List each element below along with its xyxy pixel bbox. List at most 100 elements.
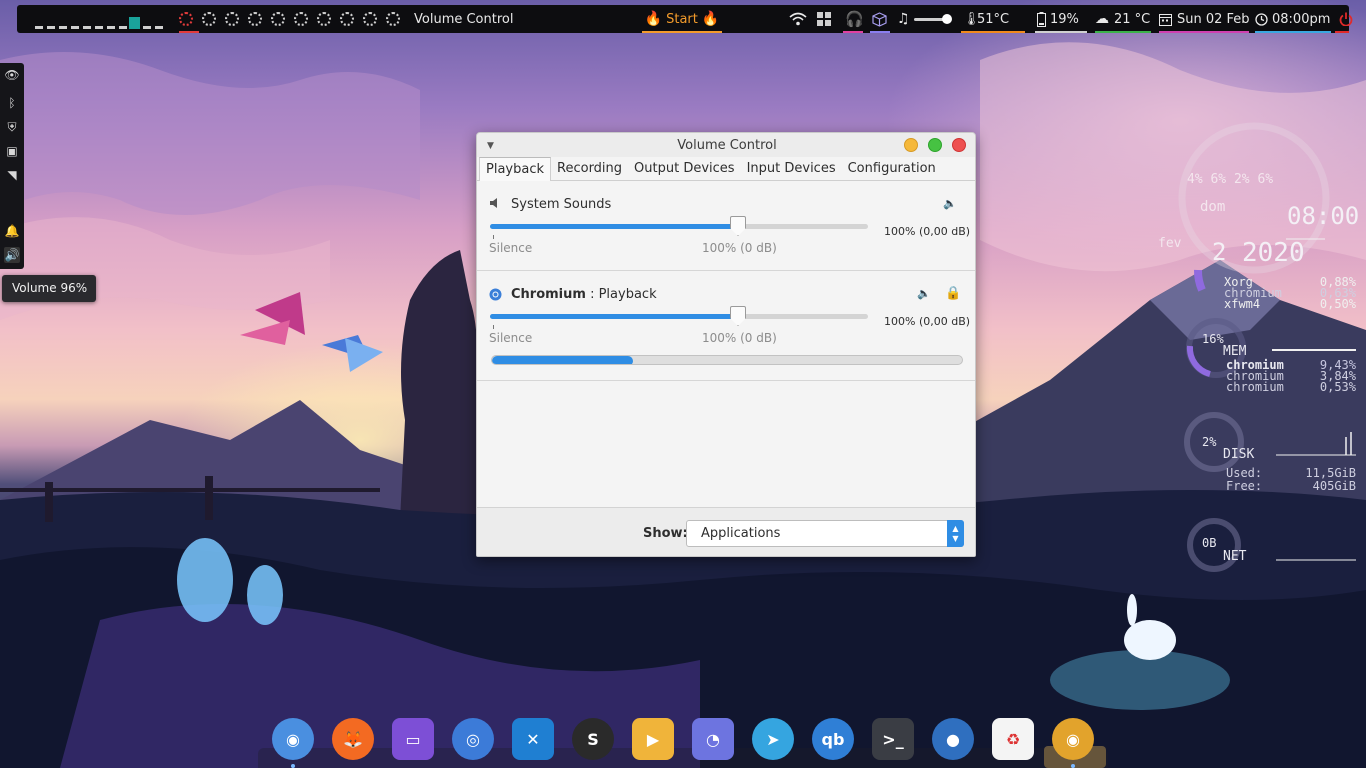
dock-vscode[interactable]: ✕	[512, 718, 554, 760]
workspace-2[interactable]	[202, 12, 216, 26]
terminal-icon: >_	[882, 729, 904, 749]
stream-system-sounds: System Sounds 🔈 100% (0,00 dB) Silence 1…	[477, 181, 975, 271]
qbittorrent-icon: qb	[821, 729, 845, 749]
dock: ◉ 🦊 ▭ ◎ ✕ S ▶ ◔ ➤ qb >_ ● ♻ ◉	[258, 710, 1108, 768]
battery-underline	[1035, 31, 1087, 33]
video-player-icon: ▶	[646, 729, 660, 749]
date-label[interactable]: Sun 02 Feb	[1177, 5, 1250, 33]
package-underline	[870, 31, 890, 33]
power-underline	[1335, 31, 1349, 33]
cpu-graph	[29, 5, 171, 33]
start-label: Start	[666, 11, 698, 27]
start-button[interactable]: 🔥 Start 🔥	[642, 5, 722, 33]
vscode-icon: ✕	[526, 729, 540, 749]
bluetooth-icon[interactable]: ᛒ	[4, 95, 20, 111]
volume-slider[interactable]	[914, 5, 952, 33]
dock-qbittorrent[interactable]: qb	[812, 718, 854, 760]
cpu-proc-name-3: xfwm4	[1224, 297, 1261, 311]
show-label: Show:	[643, 526, 688, 541]
conky-time: 08:00	[1287, 202, 1360, 230]
dock-volume-app[interactable]: ◉	[1052, 718, 1094, 768]
music-icon[interactable]: ♫	[897, 5, 910, 33]
image-icon[interactable]: ▣	[4, 143, 20, 159]
slider-fill	[490, 224, 738, 229]
net-value: 0B	[1202, 536, 1217, 550]
slider-tick	[493, 235, 494, 239]
bell-icon[interactable]: 🔔	[4, 223, 20, 239]
mem-proc-value-3: 0,53%	[1319, 380, 1356, 394]
window-titlebar[interactable]: ▼ Volume Control	[477, 133, 975, 157]
stream-name: Chromium : Playback	[511, 287, 657, 302]
mute-icon[interactable]: 🔈	[917, 287, 931, 300]
maximize-button[interactable]	[928, 138, 942, 152]
volume-icon[interactable]: 🔊	[4, 247, 20, 263]
volume-slider[interactable]	[490, 306, 868, 326]
clock-icon	[1255, 5, 1268, 33]
conky-widget: 4% 6% 2% 6% dom 08:00 fev 2 2020 Xorg 0,…	[1150, 120, 1366, 580]
windows-icon[interactable]	[817, 5, 831, 33]
workspace-7[interactable]	[317, 12, 331, 26]
workspace-9[interactable]	[363, 12, 377, 26]
volume-slider[interactable]	[490, 216, 868, 236]
silence-label: Silence	[489, 241, 533, 255]
slider-handle[interactable]	[730, 216, 746, 236]
cpu-cores-text: 4% 6% 2% 6%	[1187, 172, 1274, 187]
dock-chromium[interactable]: ◉	[272, 718, 314, 768]
dock-discord[interactable]: ◔	[692, 718, 734, 760]
stream-app-detail: : Playback	[585, 287, 657, 302]
dock-telegram[interactable]: ➤	[752, 718, 794, 760]
dock-toggle-settings[interactable]: ●	[932, 718, 974, 760]
dock-simplenote[interactable]: S	[572, 718, 614, 760]
close-button[interactable]	[952, 138, 966, 152]
dock-firefox[interactable]: 🦊	[332, 718, 374, 760]
running-indicator	[1071, 764, 1075, 768]
flame-icon: 🔥	[644, 11, 663, 27]
tab-recording[interactable]: Recording	[551, 157, 628, 181]
running-indicator	[291, 764, 295, 768]
dock-files[interactable]: ▭	[392, 718, 434, 760]
dock-terminal[interactable]: >_	[872, 718, 914, 760]
show-dropdown[interactable]: Applications ▲ ▼	[686, 520, 964, 547]
tab-playback[interactable]: Playback	[479, 157, 552, 181]
active-window-title[interactable]: Volume Control	[414, 5, 513, 33]
dock-trash[interactable]: ♻	[992, 718, 1034, 760]
tab-output-devices[interactable]: Output Devices	[628, 157, 741, 181]
package-icon[interactable]	[872, 5, 887, 33]
time-label[interactable]: 08:00pm	[1272, 5, 1330, 33]
chromium-icon: ◉	[286, 729, 300, 749]
minimize-button[interactable]	[904, 138, 918, 152]
workspace-5[interactable]	[271, 12, 285, 26]
power-icon[interactable]	[1339, 5, 1353, 33]
show-dropdown-value: Applications	[701, 526, 781, 541]
tab-configuration[interactable]: Configuration	[842, 157, 942, 181]
battery-icon	[1037, 5, 1046, 33]
workspace-4[interactable]	[248, 12, 262, 26]
lock-icon[interactable]: 🔒	[945, 286, 961, 301]
mute-icon[interactable]: 🔈	[943, 197, 957, 210]
disk-percent: 2%	[1202, 435, 1217, 449]
year: 2020	[1242, 238, 1305, 268]
workspace-10[interactable]	[386, 12, 400, 26]
cpu-proc-value-3: 0,50%	[1319, 297, 1356, 311]
workspace-switcher[interactable]	[179, 5, 409, 33]
silence-label: Silence	[489, 331, 533, 345]
eye-slash-icon[interactable]: 👁	[4, 67, 20, 83]
updown-arrows-icon[interactable]: ▲ ▼	[947, 520, 964, 547]
calendar-icon	[1159, 5, 1172, 33]
workspace-6[interactable]	[294, 12, 308, 26]
dock-video-player[interactable]: ▶	[632, 718, 674, 760]
wifi-icon[interactable]: ◥	[4, 167, 20, 183]
dock-browser-compass[interactable]: ◎	[452, 718, 494, 760]
wifi-icon[interactable]	[789, 5, 807, 33]
tab-input-devices[interactable]: Input Devices	[741, 157, 842, 181]
headphones-icon[interactable]: 🎧	[845, 5, 864, 33]
workspace-3[interactable]	[225, 12, 239, 26]
shield-icon[interactable]: ⛨	[4, 119, 20, 135]
workspace-8[interactable]	[340, 12, 354, 26]
trash-icon: ♻	[1005, 729, 1021, 749]
toggle-settings-icon: ●	[946, 729, 960, 749]
slider-handle[interactable]	[730, 306, 746, 326]
slider-tick	[493, 325, 494, 329]
workspace-1[interactable]	[179, 12, 193, 26]
disk-used-label: Used:	[1226, 466, 1263, 480]
